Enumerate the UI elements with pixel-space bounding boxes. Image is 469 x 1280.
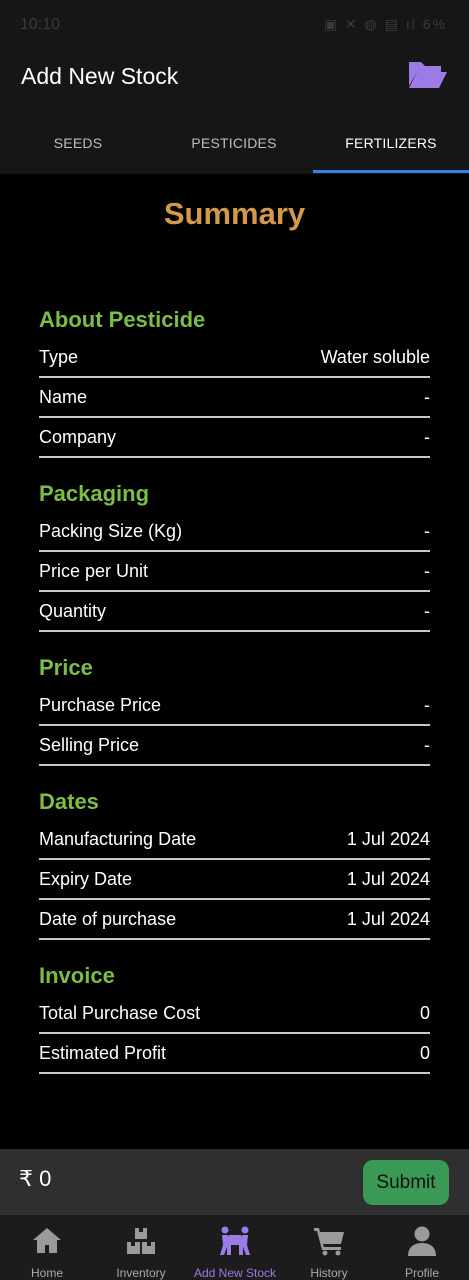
row-label: Total Purchase Cost	[39, 1003, 201, 1023]
cart-icon	[314, 1228, 344, 1256]
summary-row-purchase-price: Purchase Price -	[39, 686, 430, 726]
section-title: Price	[39, 655, 93, 680]
summary-row-quantity: Quantity -	[39, 592, 430, 632]
row-value: -	[424, 695, 430, 715]
row-label: Expiry Date	[39, 869, 133, 889]
section-invoice: Invoice Total Purchase Cost 0 Estimated …	[39, 958, 430, 1074]
row-label: Company	[39, 427, 117, 447]
summary-title: Summary	[163, 196, 306, 231]
row-label: Type	[39, 347, 79, 367]
summary-row-estimated-profit: Estimated Profit 0	[39, 1034, 430, 1074]
row-value: -	[424, 387, 430, 407]
nav-history[interactable]: History	[282, 1215, 376, 1280]
row-value: -	[424, 427, 430, 447]
nav-inventory[interactable]: Inventory	[94, 1215, 188, 1280]
app-bar: Add New Stock	[0, 50, 469, 112]
tab-fertilizers[interactable]: FERTILIZERS	[313, 112, 469, 174]
section-title: Dates	[39, 789, 99, 814]
nav-add-new-stock[interactable]: Add New Stock	[188, 1215, 282, 1280]
summary-row-expiry-date: Expiry Date 1 Jul 2024	[39, 860, 430, 900]
summary-content: About Pesticide Type Water soluble Name …	[39, 300, 430, 1092]
nav-label: History	[310, 1266, 348, 1280]
row-value: -	[424, 601, 430, 621]
section-dates: Dates Manufacturing Date 1 Jul 2024 Expi…	[39, 784, 430, 940]
bottom-nav: Home Inventory Add New Stock History Pro…	[0, 1215, 469, 1280]
section-title: Packaging	[39, 481, 150, 506]
nav-label: Add New Stock	[193, 1266, 277, 1280]
row-value: 1 Jul 2024	[346, 869, 430, 889]
row-value: 0	[419, 1043, 430, 1063]
total-bar: ₹ 0 Submit	[0, 1149, 469, 1215]
row-value: -	[424, 735, 430, 755]
tab-seeds[interactable]: SEEDS	[0, 112, 156, 174]
summary-row-type: Type Water soluble	[39, 338, 430, 378]
section-about-pesticide: About Pesticide Type Water soluble Name …	[39, 302, 430, 458]
row-value: 1 Jul 2024	[346, 909, 430, 929]
section-packaging: Packaging Packing Size (Kg) - Price per …	[39, 476, 430, 632]
row-value: -	[424, 561, 430, 581]
page-title: Add New Stock	[21, 63, 179, 89]
row-label: Purchase Price	[39, 695, 162, 715]
row-value: -	[424, 521, 430, 541]
nav-home[interactable]: Home	[0, 1215, 94, 1280]
row-label: Date of purchase	[39, 909, 177, 929]
summary-row-manufacturing-date: Manufacturing Date 1 Jul 2024	[39, 820, 430, 860]
summary-row-company: Company -	[39, 418, 430, 458]
tab-bar: SEEDS PESTICIDES FERTILIZERS	[0, 112, 469, 174]
people-carry-icon	[220, 1226, 250, 1255]
nav-label: Home	[30, 1266, 63, 1280]
summary-row-name: Name -	[39, 378, 430, 418]
summary-row-price-per-unit: Price per Unit -	[39, 552, 430, 592]
row-label: Selling Price	[39, 735, 140, 755]
summary-row-total-purchase-cost: Total Purchase Cost 0	[39, 994, 430, 1034]
summary-row-packing-size: Packing Size (Kg) -	[39, 512, 430, 552]
tab-pesticides[interactable]: PESTICIDES	[156, 112, 312, 174]
row-label: Manufacturing Date	[39, 829, 197, 849]
summary-row-date-of-purchase: Date of purchase 1 Jul 2024	[39, 900, 430, 940]
total-amount: ₹ 0	[19, 1166, 52, 1191]
row-value: 1 Jul 2024	[346, 829, 430, 849]
tab-indicator	[313, 170, 469, 173]
section-price: Price Purchase Price - Selling Price -	[39, 650, 430, 766]
nav-label: Profile	[404, 1266, 439, 1280]
row-label: Packing Size (Kg)	[39, 521, 183, 541]
summary-row-selling-price: Selling Price -	[39, 726, 430, 766]
submit-button[interactable]: Submit	[363, 1160, 449, 1205]
row-label: Estimated Profit	[39, 1043, 167, 1063]
folder-open-icon[interactable]	[407, 58, 447, 90]
section-title: Invoice	[39, 963, 115, 988]
nav-label: Inventory	[116, 1266, 166, 1280]
row-label: Quantity	[39, 601, 107, 621]
nav-profile[interactable]: Profile	[375, 1215, 469, 1280]
row-label: Price per Unit	[39, 561, 149, 581]
home-icon	[33, 1228, 61, 1253]
status-time: 10:10	[20, 16, 61, 33]
row-value: 0	[419, 1003, 430, 1023]
row-value: Water soluble	[320, 347, 430, 367]
boxes-icon	[127, 1228, 155, 1254]
row-label: Name	[39, 387, 88, 407]
status-bar: 10:10 ▣ ✕ ◍ ▤ ıl 6%	[0, 0, 469, 50]
user-icon	[408, 1226, 436, 1256]
section-title: About Pesticide	[39, 307, 206, 332]
status-icons: ▣ ✕ ◍ ▤ ıl 6%	[323, 16, 447, 32]
